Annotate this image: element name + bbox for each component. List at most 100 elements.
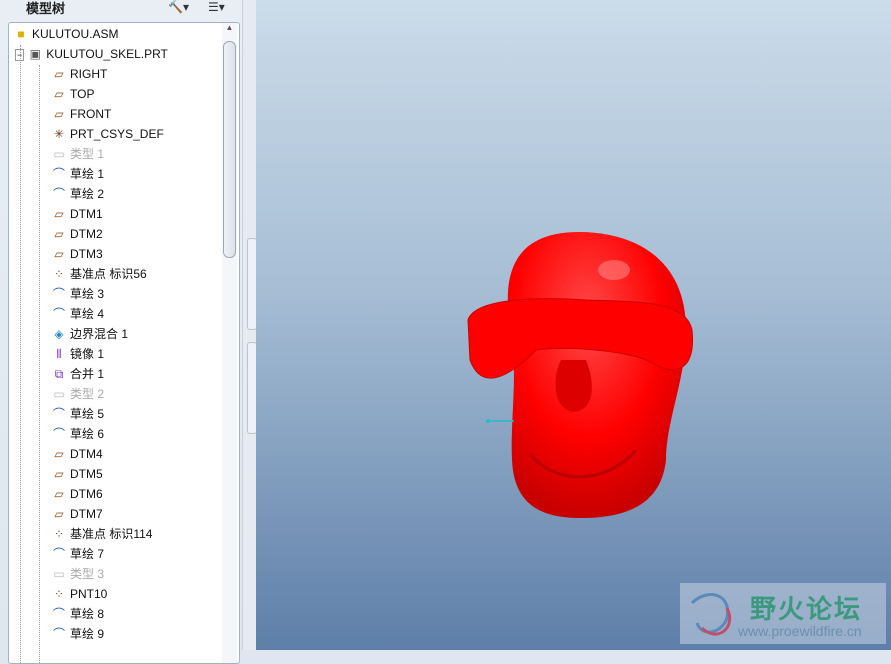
- mirror-icon: ⫴: [56, 347, 62, 361]
- tree-item-label: 类型 1: [70, 147, 105, 161]
- sketch-icon: ⌒: [52, 167, 65, 181]
- tree-item-label: DTM6: [70, 487, 103, 501]
- graphics-viewport[interactable]: [256, 0, 891, 650]
- tree-item[interactable]: ⌒ 草绘 6: [51, 424, 104, 444]
- datum-point-icon: ⁘: [53, 587, 65, 601]
- assembly-icon: ■: [17, 27, 25, 41]
- hammer-icon[interactable]: 🔨▾: [168, 0, 189, 14]
- tree-item[interactable]: ⁘ 基准点 标识114: [51, 524, 153, 544]
- tree-item[interactable]: ⁘ PNT10: [51, 584, 107, 604]
- sketch-icon: ⌒: [52, 307, 65, 321]
- tree-item[interactable]: ✳ PRT_CSYS_DEF: [51, 124, 164, 144]
- tree-item[interactable]: ⁘ 基准点 标识56: [51, 264, 147, 284]
- tree-item-label: 草绘 4: [70, 307, 105, 321]
- tree-item-label: 草绘 1: [70, 167, 105, 181]
- tree-item[interactable]: ⌒ 草绘 3: [51, 284, 104, 304]
- tree-item[interactable]: ▭ 类型 1: [51, 144, 104, 164]
- tree-item-label: PRT_CSYS_DEF: [70, 127, 164, 141]
- feature-type-icon: ▭: [53, 147, 65, 161]
- datum-point-icon: ⁘: [53, 267, 65, 281]
- tree-part-label: KULUTOU_SKEL.PRT: [46, 47, 168, 61]
- merge-icon: ⧉: [54, 367, 64, 381]
- sketch-icon: ⌒: [52, 547, 65, 561]
- tree-item[interactable]: ⌒ 草绘 4: [51, 304, 104, 324]
- tree-item-label: DTM2: [70, 227, 103, 241]
- skull-model: [467, 232, 693, 518]
- tree-scrollbar[interactable]: ▲: [222, 23, 237, 663]
- tree-item-label: 镜像 1: [70, 347, 105, 361]
- tree-item[interactable]: ⌒ 草绘 8: [51, 604, 104, 624]
- tree-item-label: DTM5: [70, 467, 103, 481]
- tree-item[interactable]: ⌒ 草绘 7: [51, 544, 104, 564]
- tree-item-label: 类型 3: [70, 567, 105, 581]
- panel-title: 模型树: [26, 1, 66, 16]
- plane-icon: ▱: [54, 467, 64, 481]
- watermark-url: www.proewildfire.cn: [738, 623, 862, 639]
- plane-icon: ▱: [54, 487, 64, 501]
- tree-item-label: FRONT: [70, 107, 112, 121]
- tree-item[interactable]: ▱ DTM6: [51, 484, 103, 504]
- tree-item[interactable]: ▱ DTM1: [51, 204, 103, 224]
- sketch-icon: ⌒: [52, 427, 65, 441]
- tree-item[interactable]: ▱ DTM2: [51, 224, 103, 244]
- model-tree: ■ KULUTOU.ASM − ▣ KULUTOU_SKEL.PRT ▱ RIGHT ▱ T…: [8, 22, 240, 664]
- feature-type-icon: ▭: [53, 567, 65, 581]
- tree-item[interactable]: ▭ 类型 3: [51, 564, 104, 584]
- tree-item[interactable]: ▱ DTM4: [51, 444, 103, 464]
- plane-icon: ▱: [54, 107, 64, 121]
- tree-item[interactable]: ▱ DTM5: [51, 464, 103, 484]
- tree-item[interactable]: ▱ TOP: [51, 84, 94, 104]
- tree-item-label: 合并 1: [70, 367, 105, 381]
- tree-item[interactable]: ⌒ 草绘 1: [51, 164, 104, 184]
- tree-item-label: PNT10: [70, 587, 108, 601]
- tree-item-label: 草绘 9: [70, 627, 105, 641]
- tree-item[interactable]: ▭ 类型 2: [51, 384, 104, 404]
- collapse-icon[interactable]: −: [15, 49, 25, 61]
- plane-icon: ▱: [54, 87, 64, 101]
- list-icon[interactable]: ☰▾: [208, 0, 225, 14]
- watermark-logo: 野火论坛 www.proewildfire.cn: [680, 583, 886, 644]
- tree-item[interactable]: ▱ DTM3: [51, 244, 103, 264]
- tree-item-label: DTM4: [70, 447, 103, 461]
- tree-item-label: 基准点 标识56: [70, 267, 147, 281]
- tree-item-label: TOP: [70, 87, 95, 101]
- tree-item[interactable]: ▱ DTM7: [51, 504, 103, 524]
- tree-item-label: RIGHT: [70, 67, 108, 81]
- tree-item-label: 草绘 3: [70, 287, 105, 301]
- sketch-icon: ⌒: [52, 627, 65, 641]
- plane-icon: ▱: [54, 67, 64, 81]
- tree-item-label: 基准点 标识114: [70, 527, 153, 541]
- tree-item-label: DTM3: [70, 247, 103, 261]
- tree-item[interactable]: ⌒ 草绘 5: [51, 404, 104, 424]
- plane-icon: ▱: [54, 247, 64, 261]
- sketch-icon: ⌒: [52, 407, 65, 421]
- tree-item-label: 草绘 5: [70, 407, 105, 421]
- tree-item-label: 类型 2: [70, 387, 105, 401]
- plane-icon: ▱: [54, 207, 64, 221]
- tree-item[interactable]: ⧉ 合并 1: [51, 364, 104, 384]
- scrollbar-thumb[interactable]: [223, 41, 236, 258]
- boundary-blend-icon: ◈: [54, 327, 64, 341]
- sketch-icon: ⌒: [52, 607, 65, 621]
- tree-item-label: 草绘 2: [70, 187, 105, 201]
- butterfly-logo-icon: [690, 593, 732, 636]
- tree-item-label: DTM7: [70, 507, 103, 521]
- plane-icon: ▱: [54, 227, 64, 241]
- tree-item[interactable]: ▱ FRONT: [51, 104, 111, 124]
- tree-part[interactable]: − ▣ KULUTOU_SKEL.PRT: [15, 44, 168, 64]
- tree-item[interactable]: ⌒ 草绘 9: [51, 624, 104, 644]
- tree-item[interactable]: ▱ RIGHT: [51, 64, 107, 84]
- tree-item-label: 草绘 7: [70, 547, 105, 561]
- tree-item-label: 草绘 8: [70, 607, 105, 621]
- tree-item[interactable]: ⌒ 草绘 2: [51, 184, 104, 204]
- plane-icon: ▱: [54, 447, 64, 461]
- plane-icon: ▱: [54, 507, 64, 521]
- sketch-icon: ⌒: [52, 287, 65, 301]
- csys-icon: ✳: [53, 127, 65, 141]
- tree-item-label: DTM1: [70, 207, 103, 221]
- tree-item-label: 边界混合 1: [70, 327, 129, 341]
- tree-root[interactable]: ■ KULUTOU.ASM: [13, 24, 118, 44]
- datum-point-icon: ⁘: [53, 527, 65, 541]
- tree-item[interactable]: ⫴ 镜像 1: [51, 344, 104, 364]
- tree-item[interactable]: ◈ 边界混合 1: [51, 324, 128, 344]
